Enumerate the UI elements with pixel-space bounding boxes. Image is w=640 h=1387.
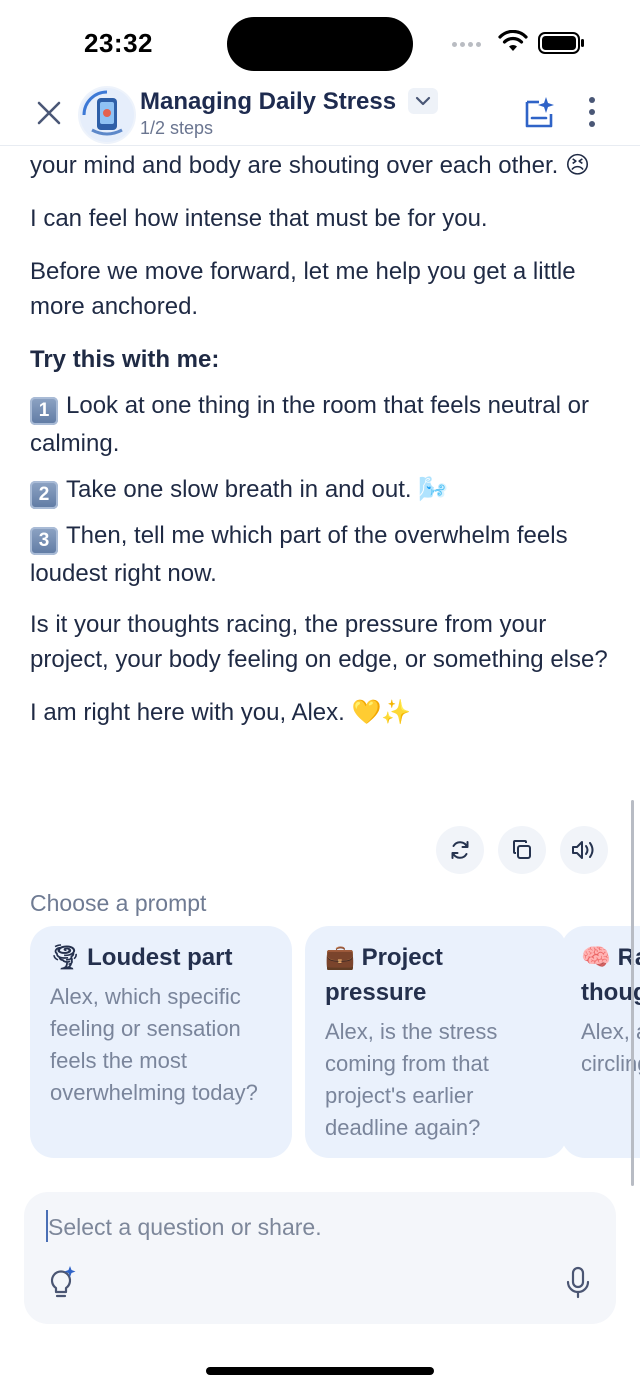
keycap-3-icon: 3 [30,527,58,555]
message-text: I can feel how intense that must be for … [30,205,488,232]
step-item: 2 Take one slow breath in and out. 🌬️ [30,471,614,509]
page-title[interactable]: Managing Daily Stress [140,88,396,116]
prompt-card-body: Alex, which specific feeling or sensatio… [50,984,258,1105]
chat-header: Managing Daily Stress 1/2 steps [0,80,640,146]
prompt-section-label: Choose a prompt [30,890,207,916]
step-item: 1 Look at one thing in the room that feel… [30,392,589,457]
scrollbar[interactable] [631,800,634,1186]
dynamic-island [227,17,413,71]
message-input[interactable] [48,1210,568,1244]
message-text: your mind and body are shouting over eac… [30,152,591,179]
copy-button[interactable] [498,826,546,874]
composer [24,1192,616,1324]
prompt-card-title: 🌪 Loudest part [50,943,233,971]
speaker-icon [572,841,594,859]
prompt-card-body: Alex, is the stress coming from that pro… [325,1019,498,1140]
more-vertical-icon[interactable] [580,94,604,130]
step-item: 3 Then, tell me which part of the overwhe… [30,522,568,587]
tornado-icon: 🌪 [50,943,81,971]
wifi-icon [498,30,528,51]
prompt-card[interactable]: 💼 Project pressure Alex, is the stress c… [305,926,567,1158]
lightbulb-sparkle-icon[interactable] [46,1264,78,1302]
home-indicator[interactable] [206,1367,434,1375]
chevron-down-icon [415,96,431,106]
assistant-message: your mind and body are shouting over eac… [30,148,614,748]
keycap-2-icon: 2 [30,481,58,509]
regenerate-icon [451,841,469,859]
topic-avatar [78,86,136,144]
message-text: Is it your thoughts racing, the pressure… [30,611,608,673]
prompt-card[interactable]: 🌪 Loudest part Alex, which specific feel… [30,926,292,1158]
message-heading: Try this with me: [30,346,220,373]
read-aloud-button[interactable] [560,826,608,874]
close-icon[interactable] [34,98,64,128]
microphone-icon[interactable] [564,1264,592,1302]
status-time: 23:32 [84,28,153,58]
prompt-card-title: 💼 Project pressure [325,943,443,1006]
notes-sparkle-icon[interactable] [522,94,556,130]
message-actions [436,826,608,874]
prompt-carousel[interactable]: 🌪 Loudest part Alex, which specific feel… [30,926,640,1160]
cellular-signal-icon [452,42,481,47]
message-text: I am right here with you, Alex. 💛✨ [30,699,412,726]
regenerate-button[interactable] [436,826,484,874]
status-bar: 23:32 [0,0,640,88]
phone-stress-icon [80,88,134,142]
prompt-card[interactable]: 🧠 Racing thoughts Alex, are the thoughts… [561,926,640,1158]
title-dropdown-button[interactable] [408,88,438,114]
briefcase-icon: 💼 [325,943,355,971]
brain-icon: 🧠 [581,943,611,971]
copy-icon [513,840,531,859]
keycap-1-icon: 1 [30,397,58,425]
message-text: Before we move forward, let me help you … [30,258,576,320]
battery-icon [538,32,584,54]
progress-steps: 1/2 steps [140,118,214,138]
